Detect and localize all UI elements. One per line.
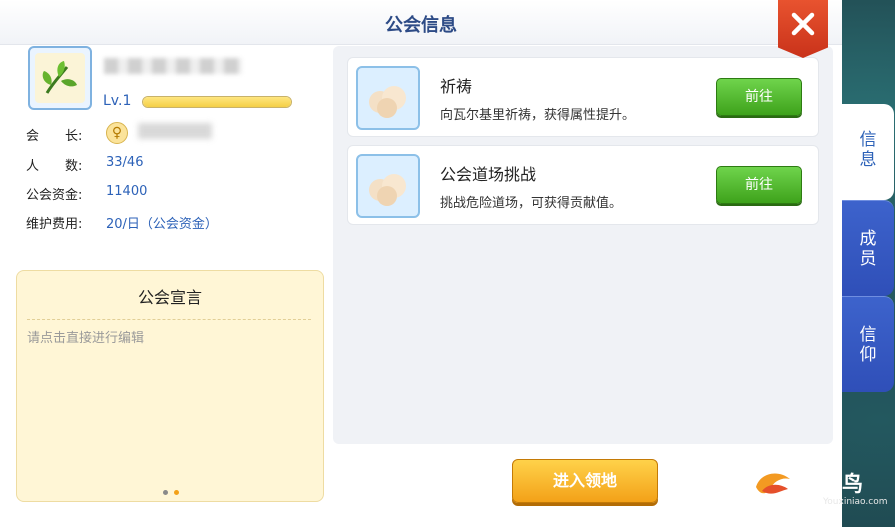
funds-label: 公会资金: [26,188,83,203]
tab-faith[interactable]: 信 仰 [842,296,894,392]
watermark-logo [752,465,794,503]
shell-icon [356,154,420,218]
window-title: 公会信息 [385,15,457,36]
go-button-dojo[interactable]: 前往 [716,166,802,204]
leader-label: 会 长: [26,129,83,144]
tab-info-label: 信 息 [859,130,877,170]
guild-manifesto[interactable]: 公会宣言 请点击直接进行编辑 [16,270,324,502]
guild-exp-fill [143,97,291,107]
close-button[interactable] [778,0,828,58]
activity-title: 祈祷 [440,77,473,96]
activity-item-pray: 祈祷 向瓦尔基里祈祷，获得属性提升。 前往 [347,57,819,137]
title-bar: 公会信息 [0,0,842,45]
manifesto-edit-text[interactable]: 请点击直接进行编辑 [27,327,144,346]
manifesto-title: 公会宣言 [137,288,202,307]
funds-value: 11400 [106,184,148,199]
tab-members[interactable]: 成 员 [842,200,894,296]
leader-name-censored [138,123,212,139]
close-icon [791,12,815,36]
go-button-pray[interactable]: 前往 [716,78,802,116]
female-icon: ♀ [106,122,128,144]
upkeep-value: 20/日（公会资金） [106,217,218,232]
shell-icon [356,66,420,130]
enter-territory-button[interactable]: 进入领地 [512,459,658,503]
tab-info[interactable]: 信 息 [842,104,894,200]
activity-desc: 向瓦尔基里祈祷，获得属性提升。 [440,108,636,123]
tab-faith-label: 信 仰 [859,325,877,365]
guild-name-censored [104,58,242,74]
guild-info-panel: 公会信息 Lv.1 会 长: ♀ 人 数: 33/46 公会资金: 11400 … [0,0,842,527]
leaf-icon [35,53,85,103]
members-label: 人 数: [26,159,83,174]
activity-item-dojo: 公会道场挑战 挑战危险道场，可获得贡献值。 前往 [347,145,819,225]
upkeep-label: 维护费用: [26,217,83,232]
watermark-text: 游戏鸟 [800,472,863,496]
manifesto-divider [27,319,311,320]
members-value: 33/46 [106,155,144,170]
watermark-sub: Youxiniao.com [823,497,888,507]
page-dot-active [174,490,179,495]
guild-exp-bar [142,96,292,108]
guild-emblem [28,46,92,110]
activity-desc: 挑战危险道场，可获得贡献值。 [440,196,623,211]
tab-members-label: 成 员 [859,229,877,269]
page-dot [163,490,168,495]
guild-level: Lv.1 [103,93,132,109]
activity-title: 公会道场挑战 [440,165,537,184]
